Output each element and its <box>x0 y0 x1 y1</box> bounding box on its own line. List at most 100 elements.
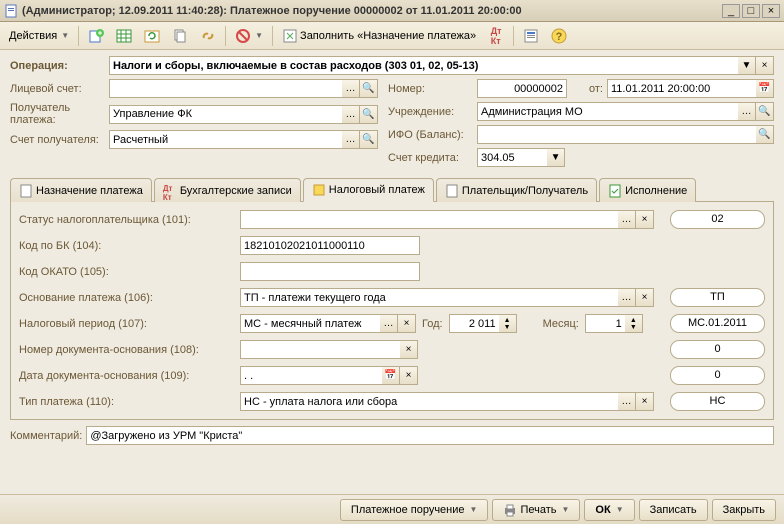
date-calendar-button[interactable]: 📅 <box>756 79 774 98</box>
okato-field[interactable] <box>240 262 420 281</box>
month-field[interactable] <box>585 314 625 333</box>
comment-label: Комментарий: <box>10 430 82 442</box>
ifo-search-button[interactable]: 🔍 <box>756 125 774 144</box>
comment-field[interactable] <box>86 426 774 445</box>
tab-tax-payment[interactable]: Налоговый платеж <box>303 178 434 202</box>
date-field[interactable] <box>607 79 756 98</box>
account-search-button[interactable]: 🔍 <box>360 79 378 98</box>
type-clear-button[interactable]: × <box>636 392 654 411</box>
tool-help-icon[interactable]: ? <box>546 25 572 47</box>
okato-label: Код ОКАТО (105): <box>19 266 234 278</box>
operation-field[interactable] <box>109 56 738 75</box>
tool-refresh-icon[interactable] <box>139 25 165 47</box>
account-field[interactable] <box>109 79 342 98</box>
tab-payer[interactable]: Плательщик/Получатель <box>436 178 597 202</box>
tab-execution[interactable]: Исполнение <box>599 178 696 202</box>
docnum-label: Номер документа-основания (108): <box>19 344 234 356</box>
org-select-button[interactable]: … <box>738 102 756 121</box>
payee-select-button[interactable]: … <box>342 105 360 124</box>
minimize-button[interactable]: _ <box>722 4 740 18</box>
save-button[interactable]: Записать <box>639 499 708 521</box>
operation-dropdown-button[interactable]: ▼ <box>738 56 756 75</box>
svg-text:?: ? <box>556 31 563 43</box>
status-select-button[interactable]: … <box>618 210 636 229</box>
tool-link-icon[interactable] <box>195 25 221 47</box>
tool-add-icon[interactable] <box>83 25 109 47</box>
ifo-field[interactable] <box>477 125 756 144</box>
org-field[interactable] <box>477 102 738 121</box>
tab-accounting[interactable]: ДтКтБухгалтерские записи <box>154 178 301 202</box>
window-title: (Администратор; 12.09.2011 11:40:28): Пл… <box>22 5 722 17</box>
document-icon <box>19 184 33 198</box>
tax-icon <box>312 183 326 197</box>
close-button[interactable]: Закрыть <box>712 499 776 521</box>
payee-account-select-button[interactable]: … <box>342 130 360 149</box>
docdate-clear-button[interactable]: × <box>400 366 418 385</box>
toolbar: Действия▼ ▼ Заполнить «Назначение платеж… <box>0 22 784 50</box>
tab-panel: Статус налогоплательщика (101): … × 02 К… <box>10 202 774 420</box>
credit-dropdown-button[interactable]: ▼ <box>547 148 565 167</box>
docdate-result: 0 <box>670 366 765 385</box>
credit-field[interactable] <box>477 148 547 167</box>
document-icon <box>4 4 18 18</box>
kbk-field[interactable] <box>240 236 420 255</box>
maximize-button[interactable]: □ <box>742 4 760 18</box>
period-select-button[interactable]: … <box>380 314 398 333</box>
type-select-button[interactable]: … <box>618 392 636 411</box>
date-label: от: <box>589 83 603 95</box>
payment-order-button[interactable]: Платежное поручение▼ <box>340 499 489 521</box>
fill-purpose-button[interactable]: Заполнить «Назначение платежа» <box>277 25 481 47</box>
basis-label: Основание платежа (106): <box>19 292 234 304</box>
tool-dk-icon[interactable]: ДтКт <box>483 25 509 47</box>
payee-search-button[interactable]: 🔍 <box>360 105 378 124</box>
status-result: 02 <box>670 210 765 229</box>
close-window-button[interactable]: × <box>762 4 780 18</box>
type-field[interactable] <box>240 392 618 411</box>
org-search-button[interactable]: 🔍 <box>756 102 774 121</box>
basis-clear-button[interactable]: × <box>636 288 654 307</box>
operation-clear-button[interactable]: × <box>756 56 774 75</box>
tool-copy-icon[interactable] <box>167 25 193 47</box>
period-result: МС.01.2011 <box>670 314 765 333</box>
basis-select-button[interactable]: … <box>618 288 636 307</box>
account-select-button[interactable]: … <box>342 79 360 98</box>
payee-account-search-button[interactable]: 🔍 <box>360 130 378 149</box>
year-field[interactable] <box>449 314 499 333</box>
type-label: Тип платежа (110): <box>19 396 234 408</box>
payee-account-label: Счет получателя: <box>10 134 105 146</box>
org-label: Учреждение: <box>388 106 473 118</box>
printer-icon <box>503 503 517 517</box>
tool-deny-icon[interactable]: ▼ <box>230 25 268 47</box>
execution-icon <box>608 184 622 198</box>
period-label: Налоговый период (107): <box>19 318 234 330</box>
tool-spreadsheet-icon[interactable] <box>111 25 137 47</box>
tool-properties-icon[interactable] <box>518 25 544 47</box>
status-field[interactable] <box>240 210 618 229</box>
number-field[interactable] <box>477 79 567 98</box>
ifo-label: ИФО (Баланс): <box>388 129 473 141</box>
print-button[interactable]: Печать▼ <box>492 499 580 521</box>
payee-field[interactable] <box>109 105 342 124</box>
month-stepper[interactable]: ▲▼ <box>625 314 643 333</box>
docnum-field[interactable] <box>240 340 400 359</box>
docdate-label: Дата документа-основания (109): <box>19 370 234 382</box>
basis-field[interactable] <box>240 288 618 307</box>
period-clear-button[interactable]: × <box>398 314 416 333</box>
year-label: Год: <box>422 318 443 330</box>
payee-account-field[interactable] <box>109 130 342 149</box>
year-stepper[interactable]: ▲▼ <box>499 314 517 333</box>
actions-menu[interactable]: Действия▼ <box>4 25 74 47</box>
docdate-field[interactable] <box>240 366 382 385</box>
status-clear-button[interactable]: × <box>636 210 654 229</box>
tabs: Назначение платежа ДтКтБухгалтерские зап… <box>10 177 774 202</box>
docnum-clear-button[interactable]: × <box>400 340 418 359</box>
ok-button[interactable]: ОК▼ <box>584 499 634 521</box>
docnum-result: 0 <box>670 340 765 359</box>
account-label: Лицевой счет: <box>10 83 105 95</box>
docdate-calendar-button[interactable]: 📅 <box>382 366 400 385</box>
operation-label: Операция: <box>10 60 105 72</box>
period-field[interactable] <box>240 314 380 333</box>
type-result: НС <box>670 392 765 411</box>
dk-icon: ДтКт <box>163 184 177 198</box>
tab-purpose[interactable]: Назначение платежа <box>10 178 152 202</box>
